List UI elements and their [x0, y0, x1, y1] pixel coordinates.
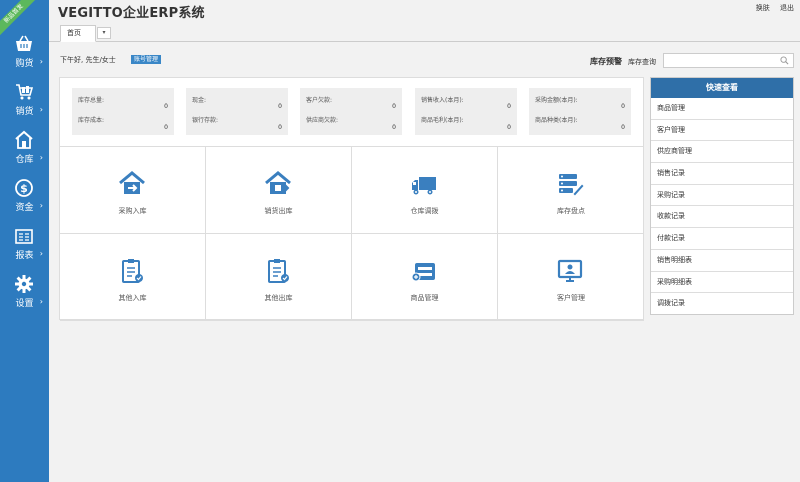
stat-value: 0 [164, 124, 168, 131]
shortcut-product-manage[interactable]: 商品管理 [352, 234, 498, 321]
shortcut-sales-out[interactable]: 销货出库 [206, 147, 352, 234]
dollar-icon: $ [15, 179, 33, 197]
sidebar-item-purchase[interactable]: 购货 › [0, 30, 49, 78]
stat-card-inventory: 库存总量: 0 库存成本: 0 [72, 88, 174, 135]
shortcut-label: 库存盘点 [557, 207, 585, 215]
chevron-right-icon: › [39, 153, 43, 162]
quick-item-product-manage[interactable]: 商品管理 [651, 98, 793, 120]
quick-item-supplier-manage[interactable]: 供应商管理 [651, 141, 793, 164]
stat-value: 0 [507, 124, 511, 131]
shortcut-other-in[interactable]: 其他入库 [60, 234, 206, 321]
sidebar: 新品首发 购货 › 销货 › 仓库 › $ 资金 › 报表 › 设置 › [0, 0, 49, 482]
quick-view-title: 快速查看 [651, 78, 793, 98]
switch-skin-link[interactable]: 换肤 [756, 4, 770, 12]
stat-value: 0 [278, 124, 282, 131]
stat-value: 0 [621, 124, 625, 131]
shortcut-label: 商品管理 [410, 294, 439, 302]
account-manage-button[interactable]: 账号管理 [131, 55, 162, 64]
stat-card-debts: 客户欠款: 0 供应商欠款: 0 [300, 88, 402, 135]
stat-card-purchase: 采购金额(本月): 0 商品种类(本月): 0 [529, 88, 631, 135]
shortcut-grid: 采购入库 销货出库 仓库调拨 库存盘点 其他入库 其他出库 商品管理 客户管理 [60, 146, 644, 321]
tab-dropdown-button[interactable]: ▾ [97, 27, 111, 39]
house-out-icon [265, 171, 291, 194]
logout-link[interactable]: 退出 [780, 4, 794, 12]
warehouse-icon [15, 130, 33, 149]
chevron-down-icon: ▾ [102, 29, 106, 36]
stat-label: 现金: [192, 97, 207, 104]
stat-label: 销售收入(本月): [421, 97, 464, 104]
stat-card-cash: 现金: 0 银行存款: 0 [186, 88, 288, 135]
stock-search-input[interactable] [663, 53, 794, 68]
quick-item-payment-record[interactable]: 付款记录 [651, 228, 793, 250]
product-box-icon [411, 263, 435, 282]
shortcut-label: 客户管理 [557, 294, 585, 302]
gear-icon [15, 275, 33, 293]
stat-value: 0 [164, 103, 168, 110]
quick-item-transfer-record[interactable]: 调拨记录 [651, 293, 793, 315]
app-title: VEGITTO企业ERP系统 [58, 6, 205, 21]
stock-query-label: 库存查询 [628, 58, 656, 66]
truck-icon [412, 177, 436, 195]
shortcut-other-out[interactable]: 其他出库 [206, 234, 352, 321]
customer-monitor-icon [557, 259, 583, 282]
quick-view-panel: 快速查看 商品管理 客户管理 供应商管理 销售记录 采购记录 收款记录 付款记录… [650, 77, 794, 315]
quick-item-customer-manage[interactable]: 客户管理 [651, 120, 793, 142]
shortcut-label: 其他入库 [118, 294, 147, 302]
sidebar-item-reports[interactable]: 报表 › [0, 222, 49, 270]
tab-home[interactable]: 首页 [60, 25, 96, 42]
quick-item-sales-record[interactable]: 销售记录 [651, 163, 793, 185]
chevron-right-icon: › [39, 201, 43, 210]
chevron-right-icon: › [39, 57, 43, 66]
shortcut-label: 采购入库 [118, 207, 147, 215]
stat-label: 银行存款: [192, 117, 219, 124]
chevron-right-icon: › [39, 249, 43, 258]
shortcut-purchase-in[interactable]: 采购入库 [60, 147, 206, 234]
header-links: 换肤 退出 [748, 3, 794, 13]
clipboard-out-icon [268, 259, 289, 283]
quick-item-purchase-detail[interactable]: 采购明细表 [651, 272, 793, 294]
stat-value: 0 [278, 103, 282, 110]
dashboard-panel: 库存总量: 0 库存成本: 0 现金: 0 银行存款: 0 客户欠款: 0 供应… [59, 77, 644, 321]
sidebar-item-sales[interactable]: 销货 › [0, 78, 49, 126]
stat-label: 供应商欠款: [306, 117, 339, 124]
stat-value: 0 [392, 103, 396, 110]
stock-alert-link[interactable]: 库存预警 [590, 56, 622, 67]
chevron-right-icon: › [39, 297, 43, 306]
clipboard-in-icon [122, 259, 143, 283]
shortcut-customer-manage[interactable]: 客户管理 [498, 234, 644, 321]
stat-label: 库存总量: [78, 97, 105, 104]
search-icon[interactable] [780, 56, 789, 65]
shortcut-label: 其他出库 [264, 294, 293, 302]
stat-value: 0 [507, 103, 511, 110]
basket-icon [16, 35, 32, 51]
quick-item-receipt-record[interactable]: 收款记录 [651, 206, 793, 229]
server-edit-icon [559, 174, 584, 197]
chevron-right-icon: › [39, 105, 43, 114]
stat-value: 0 [621, 103, 625, 110]
stat-label: 商品种类(本月): [535, 117, 578, 124]
stat-card-sales: 销售收入(本月): 0 商品毛利(本月): 0 [415, 88, 517, 135]
sidebar-item-funds[interactable]: $ 资金 › [0, 174, 49, 222]
greeting-text: 下午好, 先生/女士 [60, 56, 116, 64]
shortcut-label: 销货出库 [264, 207, 293, 215]
report-icon [15, 229, 33, 244]
stat-label: 商品毛利(本月): [421, 117, 464, 124]
shortcut-label: 仓库调拨 [410, 207, 439, 215]
svg-text:$: $ [20, 182, 28, 195]
shortcut-warehouse-transfer[interactable]: 仓库调拨 [352, 147, 498, 234]
stat-label: 客户欠款: [306, 97, 333, 104]
cart-icon [16, 84, 34, 100]
house-in-icon [119, 171, 145, 194]
quick-item-purchase-record[interactable]: 采购记录 [651, 185, 793, 207]
sidebar-item-settings[interactable]: 设置 › [0, 270, 49, 318]
quick-item-sales-detail[interactable]: 销售明细表 [651, 250, 793, 272]
sidebar-item-warehouse[interactable]: 仓库 › [0, 126, 49, 174]
stat-label: 库存成本: [78, 117, 105, 124]
stat-label: 采购金额(本月): [535, 97, 578, 104]
shortcut-stocktake[interactable]: 库存盘点 [498, 147, 644, 234]
stat-value: 0 [392, 124, 396, 131]
tabs-bar: 首页 ▾ [49, 24, 800, 42]
